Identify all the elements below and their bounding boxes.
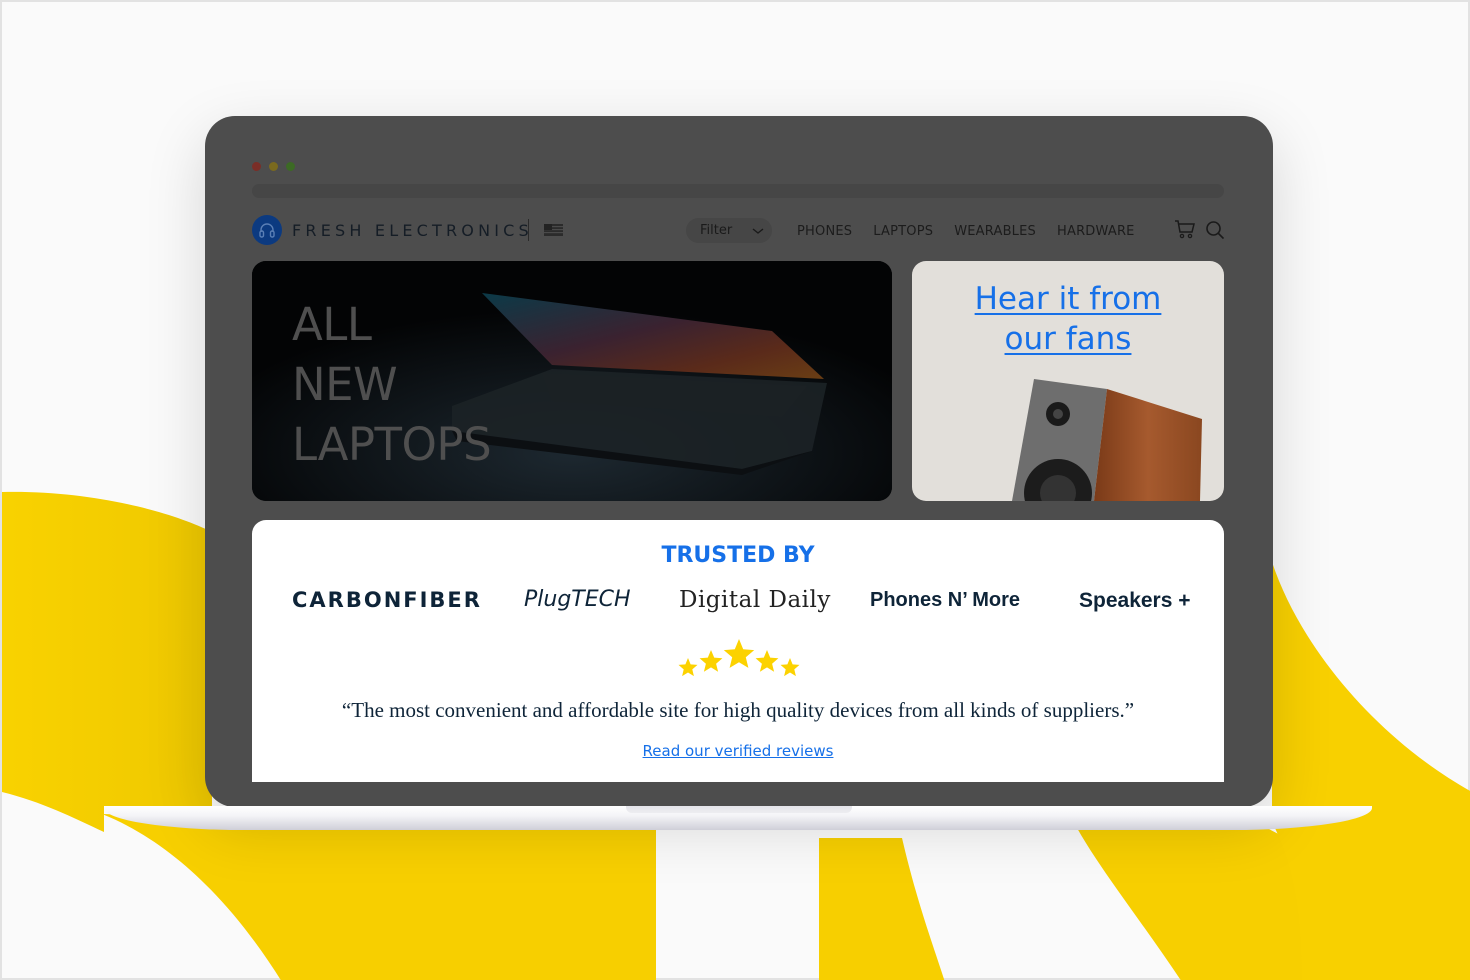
hero-banner[interactable]: ALL NEW LAPTOPS: [252, 261, 892, 501]
nav-link-hardware[interactable]: HARDWARE: [1057, 224, 1135, 239]
maximize-dot[interactable]: [286, 162, 295, 171]
chevron-down-icon: [752, 227, 764, 234]
address-bar[interactable]: [252, 184, 1224, 198]
fans-link[interactable]: Hear it from our fans: [912, 279, 1224, 359]
us-flag-icon[interactable]: [544, 224, 563, 236]
brand-name[interactable]: FRESH ELECTRONICS: [292, 221, 533, 240]
divider: [528, 219, 529, 241]
headphones-icon: [259, 223, 275, 238]
fans-card[interactable]: Hear it from our fans: [912, 261, 1224, 501]
laptop-lid: FRESH ELECTRONICS Filter PHONES LAPTOPS …: [205, 116, 1273, 807]
minimize-dot[interactable]: [269, 162, 278, 171]
hero-line: LAPTOPS: [292, 418, 492, 471]
brand-logo-speakers-plus: Speakers +: [1079, 589, 1191, 612]
trusted-heading: TRUSTED BY: [661, 543, 815, 568]
trusted-by-panel: TRUSTED BY CARBONFIBER PlugTECH Digital …: [252, 520, 1224, 782]
hero-title: ALL NEW LAPTOPS: [292, 295, 492, 475]
star-icon: [755, 650, 779, 672]
hero-line: NEW: [292, 358, 398, 411]
fans-title-line: Hear it from: [974, 281, 1162, 317]
star-icon: [723, 639, 755, 668]
fans-title-line: our fans: [1004, 321, 1132, 357]
verified-reviews-link[interactable]: Read our verified reviews: [252, 742, 1224, 760]
brand-logo-carbonfiber: CARBONFIBER: [292, 588, 482, 612]
partner-brands: CARBONFIBER PlugTECH Digital Daily Phone…: [252, 586, 1224, 618]
brand-logo-phones-n-more: Phones N’ More: [870, 589, 1021, 611]
site-nav: FRESH ELECTRONICS Filter PHONES LAPTOPS …: [252, 214, 1224, 246]
star-icon: [678, 658, 698, 677]
star-icon: [699, 650, 723, 672]
filter-dropdown[interactable]: Filter: [686, 218, 772, 243]
close-dot[interactable]: [252, 162, 261, 171]
filter-label: Filter: [700, 223, 733, 238]
laptop-notch: [626, 806, 852, 813]
brand-logo-plugtech: PlugTECH: [524, 587, 631, 612]
testimonial-quote: “The most convenient and affordable site…: [341, 698, 1135, 722]
window-controls: [252, 162, 295, 171]
nav-links: PHONES LAPTOPS WEARABLES HARDWARE: [797, 224, 1135, 239]
nav-link-wearables[interactable]: WEARABLES: [954, 224, 1036, 239]
nav-link-laptops[interactable]: LAPTOPS: [873, 224, 933, 239]
brand-logo-digital-daily: Digital Daily: [679, 587, 831, 613]
search-icon[interactable]: [1205, 220, 1224, 240]
nav-link-phones[interactable]: PHONES: [797, 224, 852, 239]
logo[interactable]: [252, 215, 282, 245]
hero-line: ALL: [292, 298, 372, 351]
star-rating: [678, 639, 800, 677]
star-icon: [780, 658, 800, 677]
cart-icon[interactable]: [1174, 219, 1196, 239]
browser-screen: FRESH ELECTRONICS Filter PHONES LAPTOPS …: [252, 152, 1224, 782]
